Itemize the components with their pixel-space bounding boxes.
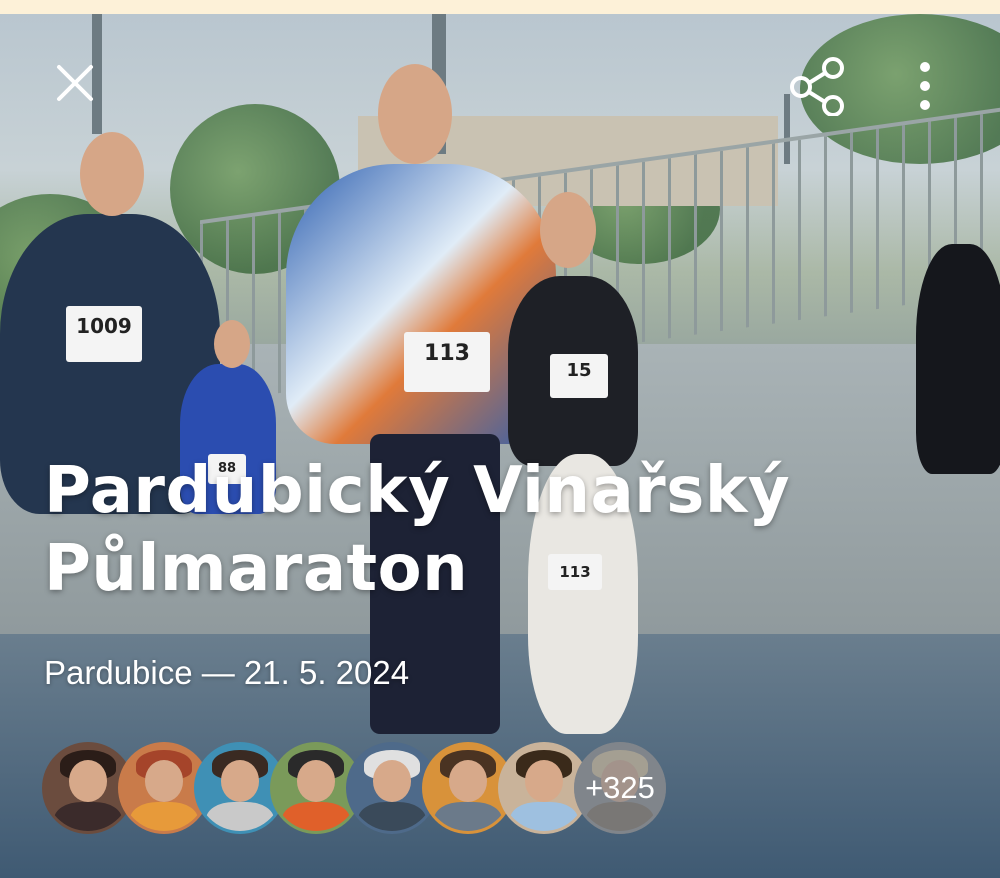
avatar-face [525, 760, 563, 802]
runner-center-head [378, 64, 452, 164]
runner-edge [916, 244, 1000, 474]
close-icon[interactable] [48, 56, 102, 110]
avatar-body [357, 801, 427, 831]
avatar-body [129, 801, 199, 831]
avatar-face [373, 760, 411, 802]
event-title-line-1: Pardubický Vinařský [44, 454, 791, 528]
participants-avatars[interactable]: +325 [42, 742, 682, 838]
bib-number: 113 [404, 332, 490, 392]
more-vertical-icon[interactable] [905, 56, 945, 116]
bib-number: 1009 [66, 306, 142, 362]
avatar-body [509, 801, 579, 831]
avatar-face [297, 760, 335, 802]
avatar-body [433, 801, 503, 831]
event-location-date: Pardubice — 21. 5. 2024 [44, 654, 410, 691]
avatar-face [449, 760, 487, 802]
event-title: Pardubický Vinařský Půlmaraton [44, 452, 944, 608]
avatar-body [205, 801, 275, 831]
more-participants-count[interactable]: +325 [574, 742, 666, 834]
avatar-face [221, 760, 259, 802]
avatar-face [69, 760, 107, 802]
avatar-face [145, 760, 183, 802]
runner-left-head [80, 132, 144, 216]
avatar-body [281, 801, 351, 831]
avatar-body [53, 801, 123, 831]
runner-right-head [540, 192, 596, 268]
status-strip [0, 0, 1000, 14]
event-title-line-2: Půlmaraton [44, 532, 469, 607]
share-icon[interactable] [788, 56, 848, 116]
bib-number: 15 [550, 354, 608, 398]
runner-back-head [214, 320, 250, 368]
